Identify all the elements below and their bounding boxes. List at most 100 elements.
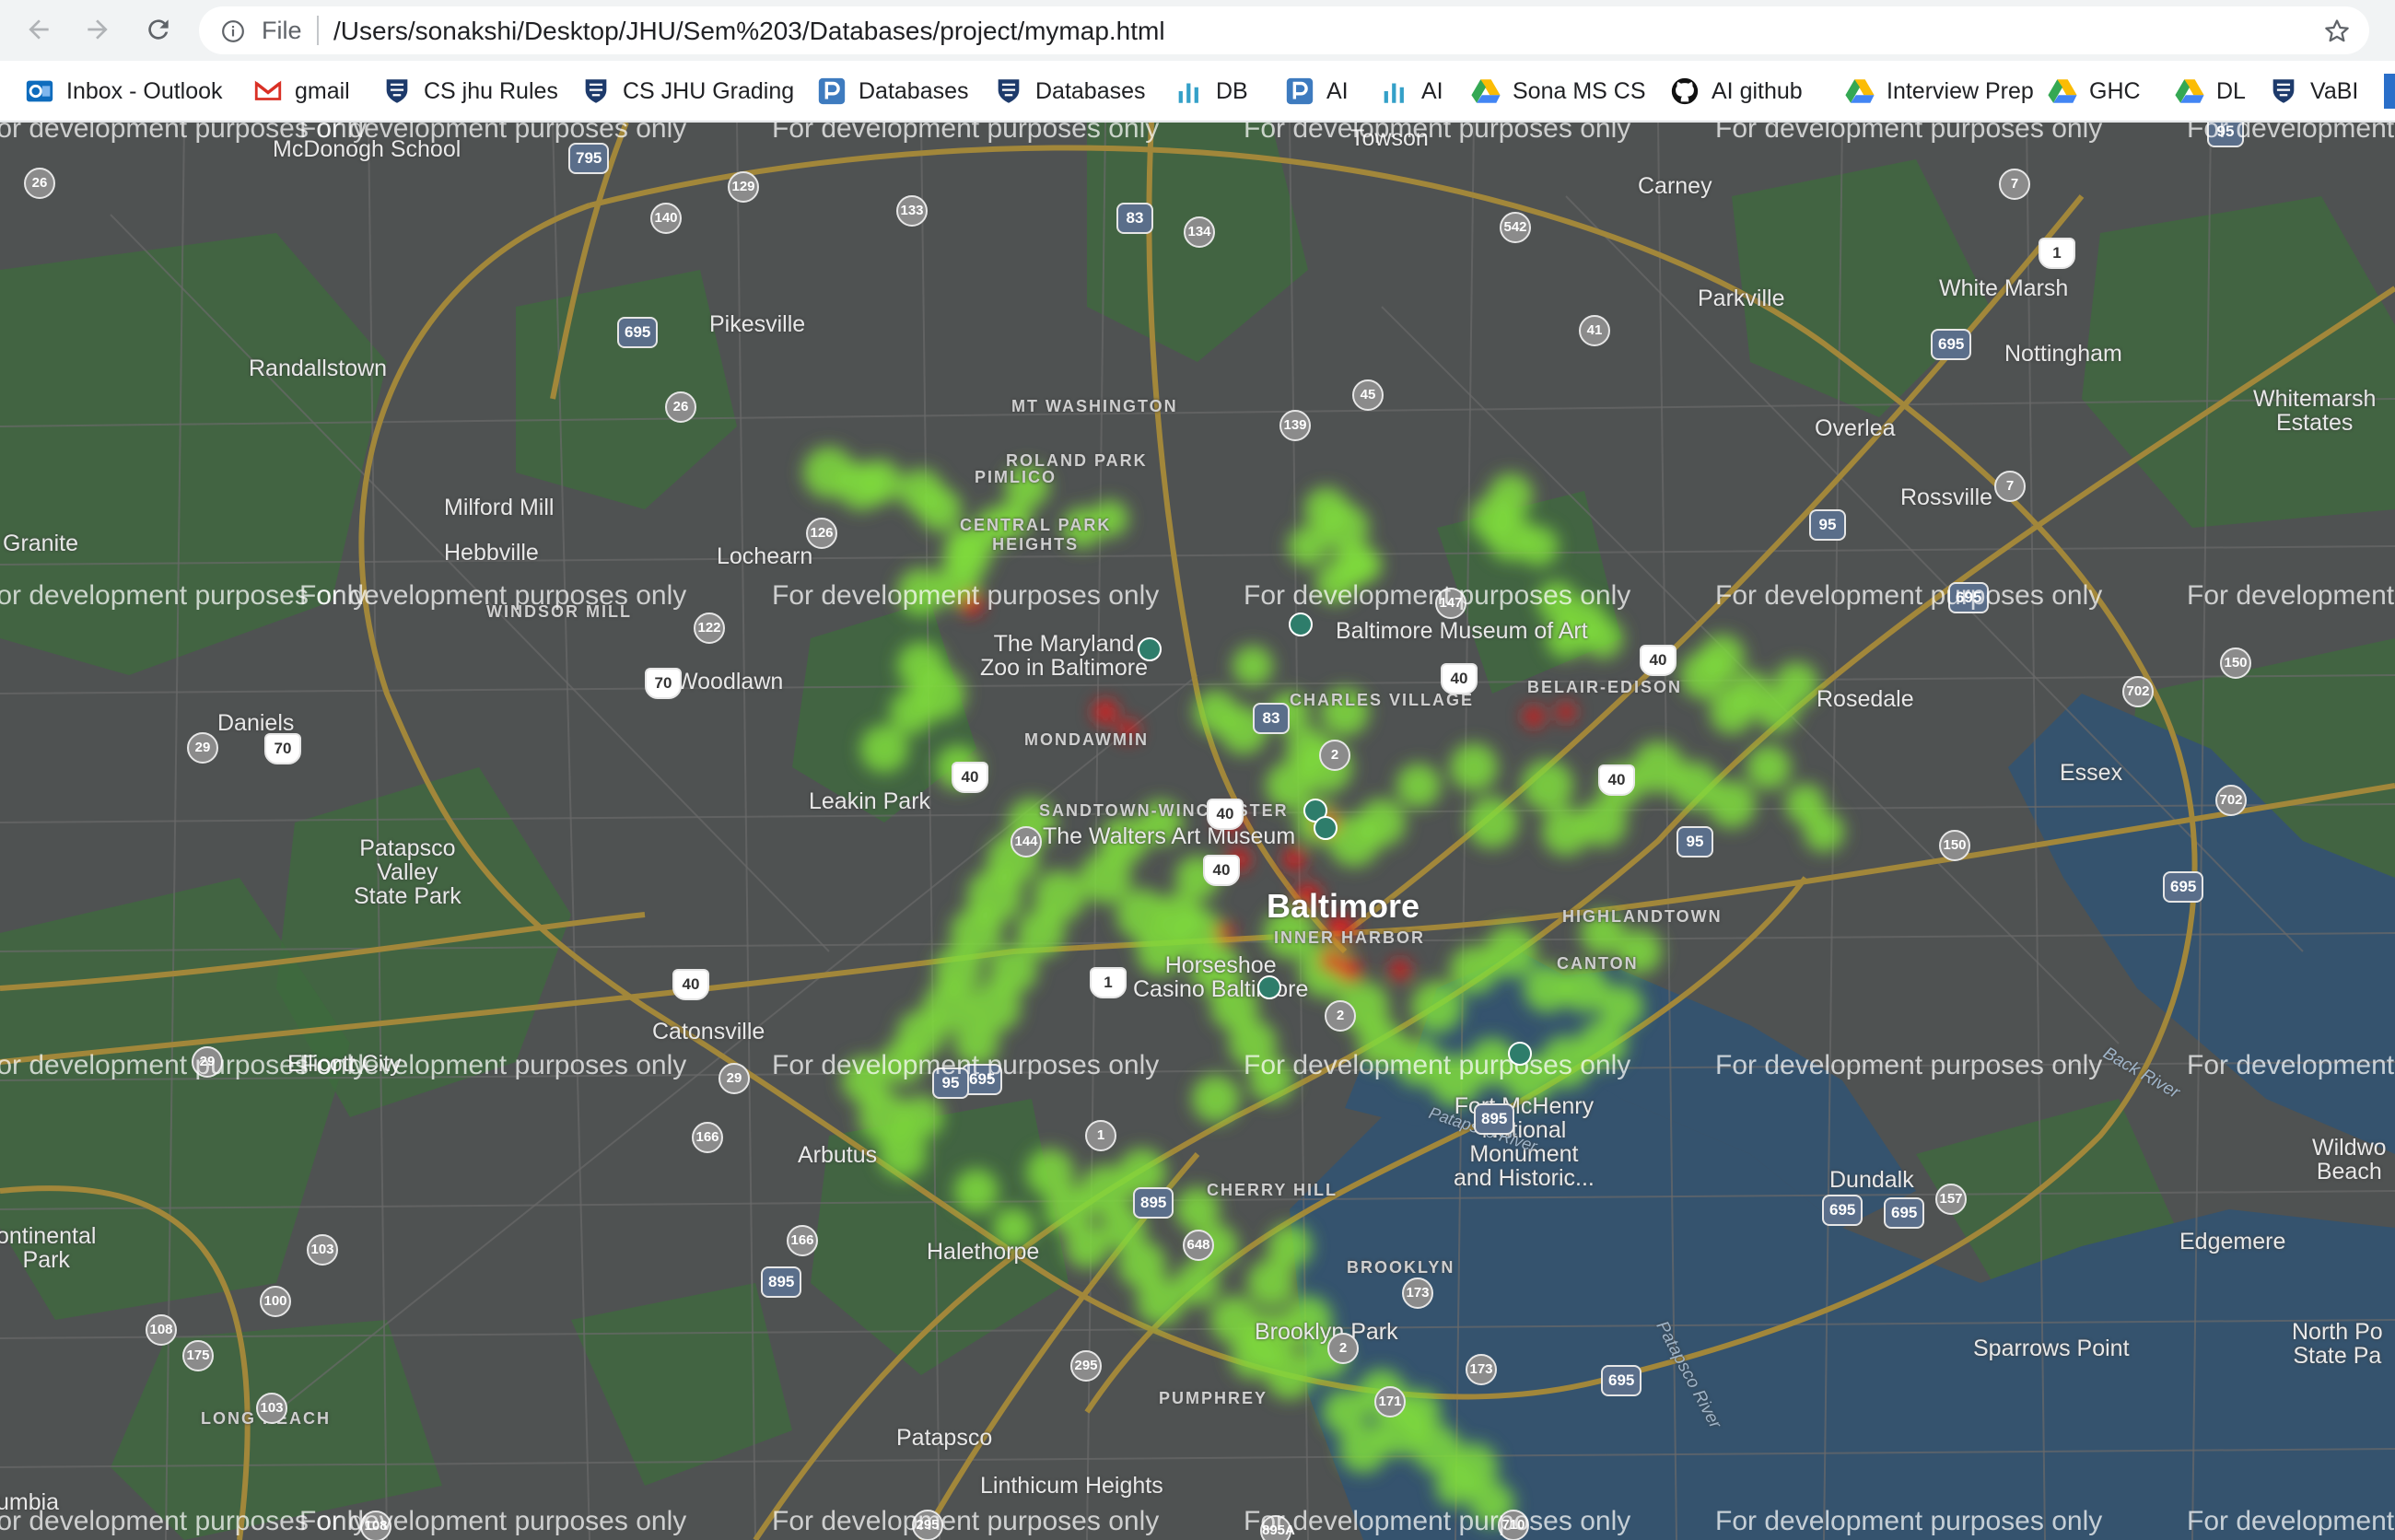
heat-spot-low [1700,635,1745,679]
neighborhood-label: MT WASHINGTON [1011,397,1178,415]
place-label: Overlea [1815,415,1896,441]
gmail-icon [252,76,284,107]
dev-watermark: For development purposes only [1715,1506,2103,1536]
bookmark-vabi[interactable]: VaBI [2268,74,2358,109]
heat-spot-high [1283,848,1305,870]
bookmark-db[interactable]: DB [1174,74,1248,109]
route-shield: 29 [718,1063,750,1094]
browser-toolbar: File /Users/sonakshi/Desktop/JHU/Sem%203… [0,0,2395,61]
poi-marker-icon[interactable] [1289,612,1313,636]
heat-spot-low [1774,662,1818,706]
info-icon[interactable] [221,19,245,43]
heat-spot-low [858,460,902,504]
poi-marker-icon[interactable] [1257,975,1281,999]
heat-spot-high [1216,924,1234,942]
route-shield: 40 [1598,764,1635,796]
forward-button[interactable] [77,9,118,50]
bookmark-label: DB [1216,77,1248,104]
jhu-shield-icon [580,76,612,107]
jhu-shield-icon [381,76,413,107]
place-label: Sparrows Point [1973,1336,2130,1361]
route-shield: 2 [1319,740,1350,771]
heat-spot-low [1450,743,1498,791]
heat-spot-low [1522,760,1573,811]
dev-watermark: For development purposes only [2187,122,2395,144]
jhu-shield-icon [2268,76,2299,107]
heat-spot-high [1320,950,1342,972]
route-shield: 26 [665,391,696,423]
heat-spot-low [1747,745,1791,789]
route-shield: 40 [1640,645,1676,676]
route-shield: 2 [1327,1333,1359,1364]
bookmark-ghc[interactable]: GHC [2047,74,2141,109]
heat-spot-low [1339,1425,1387,1473]
arrow-left-icon [29,19,49,40]
bookmark-cs-jhu-rules[interactable]: CS jhu Rules [381,74,558,109]
bookmark-ai[interactable]: AI [1284,74,1349,109]
route-shield: 695 [1884,1197,1925,1229]
route-shield: 45 [1352,379,1384,411]
dev-watermark: For development purposes only [772,1506,1160,1536]
bookmark-star-icon[interactable] [2323,18,2351,45]
bookmark-databases[interactable]: Databases [993,74,1146,109]
heat-spot-low [1233,646,1273,686]
bookmark-label: Databases [1035,77,1146,104]
bookmark-label: GHC [2089,77,2141,104]
heat-spot-low [1288,526,1328,566]
place-label: Halethorpe [927,1239,1040,1265]
place-label: Patapsco Valley State Park [354,835,461,909]
park-area [571,1283,792,1486]
drive-icon [2047,76,2078,107]
place-label: Baltimore Museum of Art [1336,618,1588,644]
bookmark-cs-jhu-grading[interactable]: CS JHU Grading [580,74,794,109]
bookmark-label: AI github [1712,77,1803,104]
heat-spot-low [954,1169,999,1213]
bookmark-sona-ms-cs[interactable]: Sona MS CS [1470,74,1646,109]
route-shield: 40 [1441,663,1478,694]
place-label: Lochearn [717,543,813,569]
dev-watermark: For development purposes only [299,1506,687,1536]
route-shield: 26 [24,168,55,199]
route-shield: 70 [645,668,682,699]
poi-marker-icon[interactable] [1508,1042,1532,1066]
bookmark-ai-github[interactable]: AI github [1669,74,1803,109]
route-shield: 40 [1207,799,1244,830]
route-shield: 103 [307,1234,338,1266]
bookmark-dl[interactable]: DL [2174,74,2246,109]
bookmark-ai[interactable]: AI [1379,74,1443,109]
bookmark-databases[interactable]: Databases [816,74,969,109]
reload-button[interactable] [138,9,179,50]
bookmark-label: Sona MS CS [1513,77,1646,104]
heatmap-map[interactable]: McDonogh School Towson Carney Parkville Whit… [0,122,2395,1540]
route-shield: 126 [806,518,837,549]
heat-spot-low [1466,797,1518,848]
poi-marker-icon[interactable] [1314,816,1338,840]
bookmark-interview-prep[interactable]: Interview Prep [1844,74,2034,109]
route-shield: 1 [1085,1120,1116,1151]
address-bar[interactable]: File /Users/sonakshi/Desktop/JHU/Sem%203… [199,6,2369,54]
place-label: Randallstown [249,356,388,381]
place-label: Dundalk [1829,1167,1914,1193]
poi-marker-icon[interactable] [1138,637,1162,661]
route-shield: 108 [146,1314,177,1346]
bookmark-label: AI [1421,77,1443,104]
bookmark-inbox-outlook[interactable]: Inbox - Outlook [24,74,223,109]
url-text[interactable]: /Users/sonakshi/Desktop/JHU/Sem%203/Data… [333,17,1165,46]
place-label: Rosedale [1817,686,1914,712]
back-button[interactable] [18,9,59,50]
bookmark-gmail[interactable]: gmail [252,74,350,109]
route-shield: 2 [1325,1000,1356,1032]
route-shield: 83 [1116,203,1153,234]
dev-watermark: For development purposes only [772,122,1160,144]
route-shield: 140 [650,203,682,234]
place-label: Granite [3,531,78,556]
bookmark-label: gmail [295,77,350,104]
route-shield: 40 [672,969,709,1000]
heat-spot-low [1435,1465,1476,1506]
bookmark-overflow-icon[interactable] [2384,74,2395,109]
heat-spot-low [1268,1224,1312,1268]
place-label: Horseshoe Casino Baltimore [1133,952,1309,1002]
dev-watermark: For development purposes only [772,1050,1160,1080]
route-shield: 29 [187,732,218,764]
route-shield: 295 [1070,1350,1102,1382]
